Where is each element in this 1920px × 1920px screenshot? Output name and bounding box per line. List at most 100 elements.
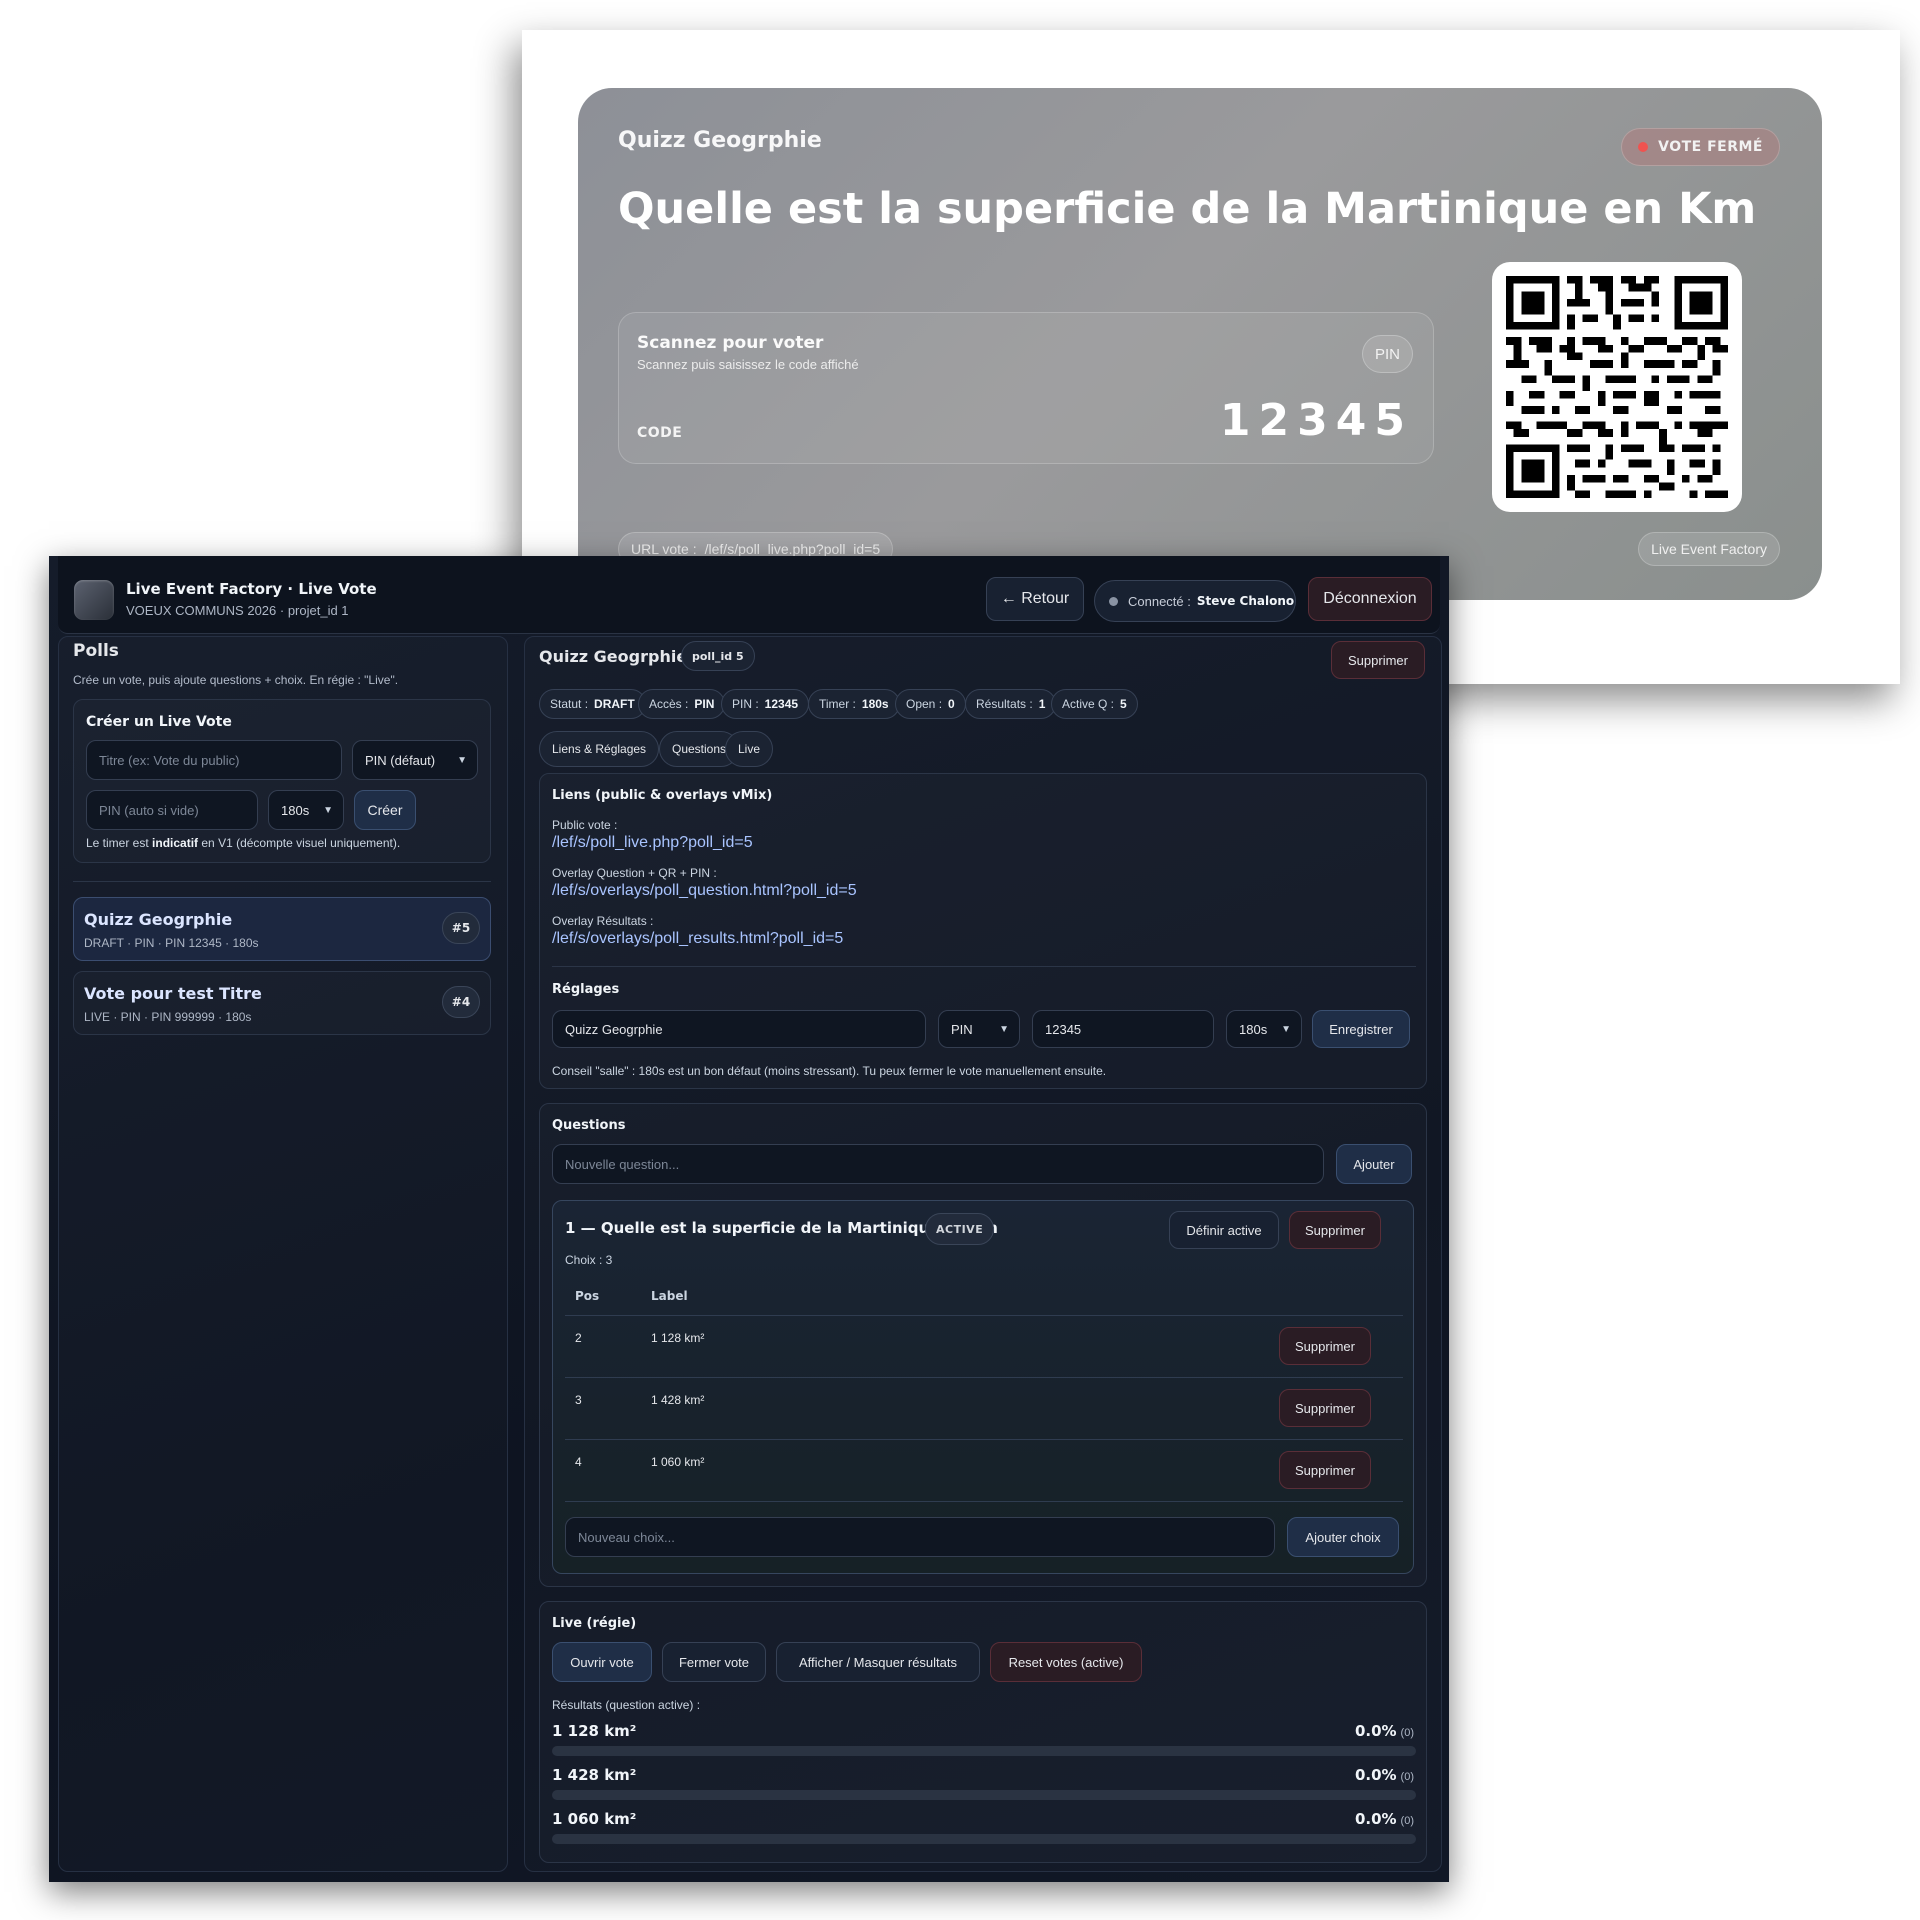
overlay-results-link[interactable]: /lef/s/overlays/poll_results.html?poll_i… (552, 930, 843, 948)
delete-choice-button[interactable]: Supprimer (1279, 1327, 1371, 1365)
access-tag-key: Accès : (649, 697, 689, 711)
divider (565, 1315, 1403, 1316)
poll-item-title: Vote pour test Titre (84, 984, 262, 1003)
save-settings-button[interactable]: Enregistrer (1312, 1010, 1410, 1048)
timer-note: Le timer est indicatif en V1 (décompte v… (86, 836, 400, 850)
result-percent: 0.0% (1354, 1810, 1397, 1828)
timer-select-value: 180s (281, 802, 310, 818)
pin-tag: PIN : 12345 (721, 689, 810, 719)
choice-label: 1 060 km² (651, 1455, 705, 1469)
settings-title-input[interactable]: Quizz Geogrphie (552, 1010, 926, 1048)
polls-description: Crée un vote, puis ajoute questions + ch… (73, 673, 399, 687)
vote-url-label: URL vote : (631, 541, 697, 557)
settings-access-value: PIN (951, 1021, 973, 1037)
result-bar (552, 1746, 1416, 1756)
timer-note-bold: indicatif (152, 836, 199, 850)
pin-input[interactable]: PIN (auto si vide) (86, 790, 258, 830)
poll-list-item[interactable]: Quizz Geogrphie DRAFT · PIN · PIN 12345 … (73, 897, 491, 961)
connected-user-pill: Connecté : Steve Chalono (1094, 580, 1296, 622)
open-vote-button[interactable]: Ouvrir vote (552, 1642, 652, 1682)
divider (565, 1439, 1403, 1440)
create-poll-title: Créer un Live Vote (86, 714, 232, 730)
result-label: 1 428 km² (552, 1766, 637, 1784)
access-select-value: PIN (défaut) (365, 752, 436, 768)
timer-select[interactable]: 180s ▼ (268, 790, 344, 830)
result-count: (0) (1400, 1815, 1414, 1827)
scan-title: Scannez pour voter (637, 333, 824, 353)
poll-item-id-badge: #5 (442, 912, 480, 944)
open-tag: Open : 0 (895, 689, 966, 719)
qr-code-icon (1506, 276, 1728, 498)
results-label: Résultats (question active) : (552, 1698, 701, 1712)
create-button[interactable]: Créer (354, 790, 416, 830)
new-question-input[interactable]: Nouvelle question... (552, 1144, 1324, 1184)
pin-tag-value: 12345 (764, 697, 799, 711)
links-settings-section: Liens (public & overlays vMix) Public vo… (539, 773, 1427, 1089)
access-select[interactable]: PIN (défaut) ▼ (352, 740, 478, 780)
settings-heading: Réglages (552, 982, 620, 997)
add-choice-button[interactable]: Ajouter choix (1287, 1517, 1399, 1557)
result-bar (552, 1834, 1416, 1844)
results-tag: Résultats : 1 (965, 689, 1057, 719)
settings-pin-input[interactable]: 12345 (1032, 1010, 1214, 1048)
delete-choice-button[interactable]: Supprimer (1279, 1389, 1371, 1427)
poll-detail-panel: Quizz Geogrphie poll_id 5 Supprimer Stat… (524, 636, 1442, 1872)
pin-pill: PIN (1361, 335, 1413, 373)
poll-id-badge: poll_id 5 (681, 641, 755, 671)
poll-title-input[interactable]: Titre (ex: Vote du public) (86, 740, 342, 780)
choice-label: 1 428 km² (651, 1393, 705, 1407)
column-header-label: Label (651, 1289, 688, 1303)
choice-label: 1 128 km² (651, 1331, 705, 1345)
settings-access-select[interactable]: PIN ▼ (938, 1010, 1020, 1048)
questions-section: Questions Nouvelle question... Ajouter 1… (539, 1103, 1427, 1587)
logout-button[interactable]: Déconnexion (1308, 577, 1432, 621)
close-vote-button[interactable]: Fermer vote (662, 1642, 766, 1682)
pin-code-value: 12345 (1219, 395, 1413, 446)
poll-item-meta: LIVE · PIN · PIN 999999 · 180s (84, 1010, 252, 1024)
chevron-down-icon: ▼ (999, 1023, 1009, 1035)
tab-links-settings[interactable]: Liens & Réglages (539, 731, 660, 767)
overlay-question-link[interactable]: /lef/s/overlays/poll_question.html?poll_… (552, 882, 857, 900)
set-active-button[interactable]: Définir active (1169, 1211, 1279, 1249)
settings-timer-select[interactable]: 180s ▼ (1226, 1010, 1302, 1048)
timer-tag-key: Timer : (819, 697, 856, 711)
toggle-results-button[interactable]: Afficher / Masquer résultats (776, 1642, 980, 1682)
timer-tag-value: 180s (861, 697, 889, 711)
reset-votes-button[interactable]: Reset votes (active) (990, 1642, 1142, 1682)
status-tag-value: DRAFT (594, 697, 635, 711)
active-q-tag-key: Active Q : (1062, 697, 1115, 711)
poll-detail-title: Quizz Geogrphie (539, 647, 688, 666)
delete-poll-button[interactable]: Supprimer (1331, 641, 1425, 679)
result-count: (0) (1400, 1727, 1414, 1739)
overlay-results-label: Overlay Résultats : (552, 914, 654, 928)
access-tag: Accès : PIN (638, 689, 726, 719)
choice-pos: 4 (575, 1455, 582, 1469)
active-badge: ACTIVE (925, 1213, 995, 1245)
app-logo (74, 580, 114, 620)
timer-tag: Timer : 180s (808, 689, 900, 719)
result-count: (0) (1400, 1771, 1414, 1783)
tab-live[interactable]: Live (725, 731, 774, 767)
poll-list-item[interactable]: Vote pour test Titre LIVE · PIN · PIN 99… (73, 971, 491, 1035)
delete-question-button[interactable]: Supprimer (1289, 1211, 1381, 1249)
public-vote-link[interactable]: /lef/s/poll_live.php?poll_id=5 (552, 834, 753, 852)
divider (565, 1501, 1403, 1502)
result-percent: 0.0% (1354, 1766, 1397, 1784)
choice-pos: 3 (575, 1393, 582, 1407)
result-value: 0.0% (0) (1355, 1722, 1414, 1740)
add-question-button[interactable]: Ajouter (1336, 1144, 1412, 1184)
choice-pos: 2 (575, 1331, 582, 1345)
new-choice-input[interactable]: Nouveau choix... (565, 1517, 1275, 1557)
back-button[interactable]: ← Retour (986, 577, 1084, 621)
result-value: 0.0% (0) (1355, 1766, 1414, 1784)
delete-choice-button[interactable]: Supprimer (1279, 1451, 1371, 1489)
question-card: 1 — Quelle est la superficie de la Marti… (552, 1200, 1414, 1574)
divider (73, 881, 491, 882)
poll-item-title: Quizz Geogrphie (84, 910, 233, 929)
open-tag-value: 0 (948, 697, 955, 711)
chevron-down-icon: ▼ (323, 804, 333, 816)
admin-window: Live Event Factory · Live Vote VOEUX COM… (49, 556, 1449, 1882)
divider (552, 966, 1416, 967)
column-header-pos: Pos (575, 1289, 600, 1303)
result-bar (552, 1790, 1416, 1800)
